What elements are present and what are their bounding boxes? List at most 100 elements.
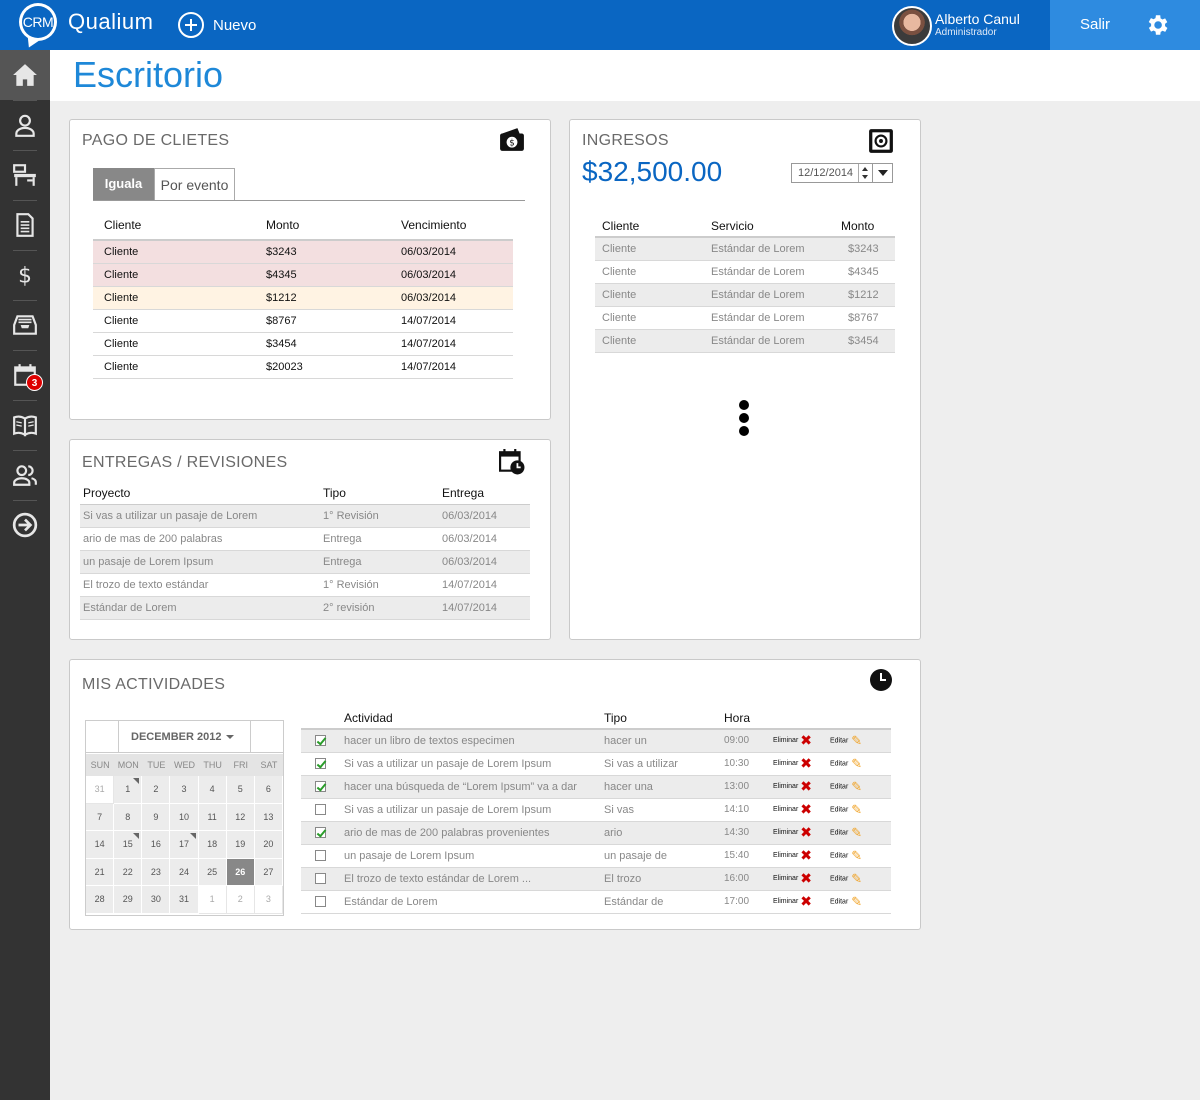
- pencil-icon[interactable]: ✎: [851, 779, 862, 795]
- pencil-icon[interactable]: ✎: [851, 848, 862, 864]
- sidebar-item-home[interactable]: [0, 50, 50, 100]
- column-header[interactable]: Servicio: [704, 215, 841, 238]
- activity-checkbox[interactable]: [315, 827, 326, 839]
- sidebar-item-inbox[interactable]: [0, 300, 50, 350]
- delete-x-icon[interactable]: ✖: [800, 870, 812, 887]
- delete-x-icon[interactable]: ✖: [800, 801, 812, 818]
- delete-x-icon[interactable]: ✖: [800, 824, 812, 841]
- calendar-day[interactable]: 28: [86, 886, 115, 914]
- pencil-icon[interactable]: ✎: [851, 894, 862, 910]
- calendar-day[interactable]: 1: [198, 886, 227, 914]
- delete-button[interactable]: Eliminar ✖: [773, 821, 830, 845]
- calendar-day[interactable]: 1: [114, 776, 143, 804]
- edit-button[interactable]: Editar ✎: [830, 798, 891, 822]
- calendar-day[interactable]: 8: [114, 803, 143, 831]
- calendar-day[interactable]: 14: [86, 831, 115, 859]
- table-row[interactable]: Cliente Estándar de Lorem $4345: [595, 260, 895, 284]
- calendar-next-button[interactable]: [250, 721, 283, 753]
- calendar-day[interactable]: 25: [198, 858, 227, 886]
- column-header[interactable]: Hora: [713, 707, 773, 730]
- table-row[interactable]: Cliente Estándar de Lorem $3243: [595, 237, 895, 261]
- calendar-day[interactable]: 31: [86, 776, 115, 804]
- tab-por-evento[interactable]: Por evento: [154, 168, 235, 200]
- calendar-day[interactable]: 30: [142, 886, 171, 914]
- calendar-day[interactable]: 31: [170, 886, 199, 914]
- calendar-day[interactable]: 2: [226, 886, 255, 914]
- table-row[interactable]: Estándar de Lorem 2° revisión 14/07/2014: [80, 596, 530, 620]
- user-name[interactable]: Alberto Canul: [935, 11, 1020, 27]
- sidebar-item-finance[interactable]: $: [0, 250, 50, 300]
- edit-button[interactable]: Editar ✎: [830, 775, 891, 799]
- crm-logo[interactable]: CRM: [19, 3, 57, 41]
- activity-row[interactable]: Si vas a utilizar un pasaje de Lorem Ips…: [301, 752, 891, 776]
- pencil-icon[interactable]: ✎: [851, 871, 862, 887]
- table-row[interactable]: Cliente $20023 14/07/2014: [93, 355, 513, 379]
- sidebar-item-team[interactable]: [0, 450, 50, 500]
- calendar-prev-button[interactable]: [86, 721, 119, 753]
- calendar-day[interactable]: 15: [114, 831, 143, 859]
- column-header[interactable]: Tipo: [320, 482, 439, 505]
- calendar-day[interactable]: 26: [226, 858, 255, 886]
- table-row[interactable]: un pasaje de Lorem Ipsum Entrega 06/03/201…: [80, 550, 530, 574]
- column-header[interactable]: Cliente: [595, 215, 704, 238]
- delete-button[interactable]: Eliminar ✖: [773, 867, 830, 891]
- activity-checkbox[interactable]: [315, 850, 326, 862]
- column-header[interactable]: Entrega: [439, 482, 530, 505]
- calendar-day[interactable]: 13: [254, 803, 283, 831]
- sidebar-item-calendar[interactable]: 3: [0, 350, 50, 400]
- column-header[interactable]: Monto: [841, 215, 895, 238]
- calendar-day[interactable]: 29: [114, 886, 143, 914]
- activity-row[interactable]: hacer un libro de textos especimen hacer …: [301, 729, 891, 753]
- calendar-day[interactable]: 10: [170, 803, 199, 831]
- calendar-day[interactable]: 22: [114, 858, 143, 886]
- calendar-day[interactable]: 6: [254, 776, 283, 804]
- delete-button[interactable]: Eliminar ✖: [773, 775, 830, 799]
- activity-row[interactable]: un pasaje de Lorem Ipsum un pasaje de 15:4…: [301, 844, 891, 868]
- dropdown-arrow-icon[interactable]: [872, 164, 892, 182]
- activity-row[interactable]: Si vas a utilizar un pasaje de Lorem Ips…: [301, 798, 891, 822]
- table-row[interactable]: Cliente $3243 06/03/2014: [93, 240, 513, 264]
- calendar-day[interactable]: 3: [170, 776, 199, 804]
- table-row[interactable]: Cliente $3454 14/07/2014: [93, 332, 513, 356]
- edit-button[interactable]: Editar ✎: [830, 844, 891, 868]
- date-spinner[interactable]: [858, 164, 871, 182]
- gear-icon[interactable]: [1144, 12, 1170, 38]
- calendar-day[interactable]: 18: [198, 831, 227, 859]
- activity-checkbox[interactable]: [315, 781, 326, 793]
- calendar-day[interactable]: 4: [198, 776, 227, 804]
- calendar-day[interactable]: 9: [142, 803, 171, 831]
- calendar-day[interactable]: 3: [254, 886, 283, 914]
- calendar-day[interactable]: 17: [170, 831, 199, 859]
- calendar-day[interactable]: 27: [254, 858, 283, 886]
- sidebar-item-documents[interactable]: [0, 200, 50, 250]
- delete-button[interactable]: Eliminar ✖: [773, 729, 830, 753]
- calendar-day[interactable]: 7: [86, 803, 115, 831]
- column-header[interactable]: Actividad: [333, 707, 593, 730]
- calendar-day[interactable]: 2: [142, 776, 171, 804]
- tab-iguala[interactable]: Iguala: [93, 168, 154, 200]
- table-row[interactable]: Cliente $4345 06/03/2014: [93, 263, 513, 287]
- edit-button[interactable]: Editar ✎: [830, 867, 891, 891]
- calendar-day[interactable]: 21: [86, 858, 115, 886]
- more-options-icon[interactable]: [739, 400, 749, 439]
- activity-row[interactable]: Estándar de Lorem Estándar de 17:00 Elimina…: [301, 890, 891, 914]
- new-button[interactable]: Nuevo: [178, 10, 256, 40]
- table-row[interactable]: El trozo de texto estándar 1° Revisión 14/…: [80, 573, 530, 597]
- delete-x-icon[interactable]: ✖: [800, 732, 812, 749]
- calendar-day[interactable]: 23: [142, 858, 171, 886]
- table-row[interactable]: Si vas a utilizar un pasaje de Lorem 1° R…: [80, 504, 530, 528]
- delete-button[interactable]: Eliminar ✖: [773, 798, 830, 822]
- activity-checkbox[interactable]: [315, 873, 326, 885]
- calendar-day[interactable]: 19: [226, 831, 255, 859]
- logout-button[interactable]: Salir: [1080, 16, 1110, 33]
- date-picker[interactable]: 12/12/2014: [791, 163, 893, 183]
- activity-checkbox[interactable]: [315, 758, 326, 770]
- sidebar-item-desk[interactable]: [0, 150, 50, 200]
- calendar-day[interactable]: 20: [254, 831, 283, 859]
- calendar-day[interactable]: 24: [170, 858, 199, 886]
- pencil-icon[interactable]: ✎: [851, 825, 862, 841]
- table-row[interactable]: Cliente Estándar de Lorem $3454: [595, 329, 895, 353]
- table-row[interactable]: Cliente $8767 14/07/2014: [93, 309, 513, 333]
- pencil-icon[interactable]: ✎: [851, 733, 862, 749]
- calendar-month-select[interactable]: DECEMBER 2012: [131, 731, 234, 743]
